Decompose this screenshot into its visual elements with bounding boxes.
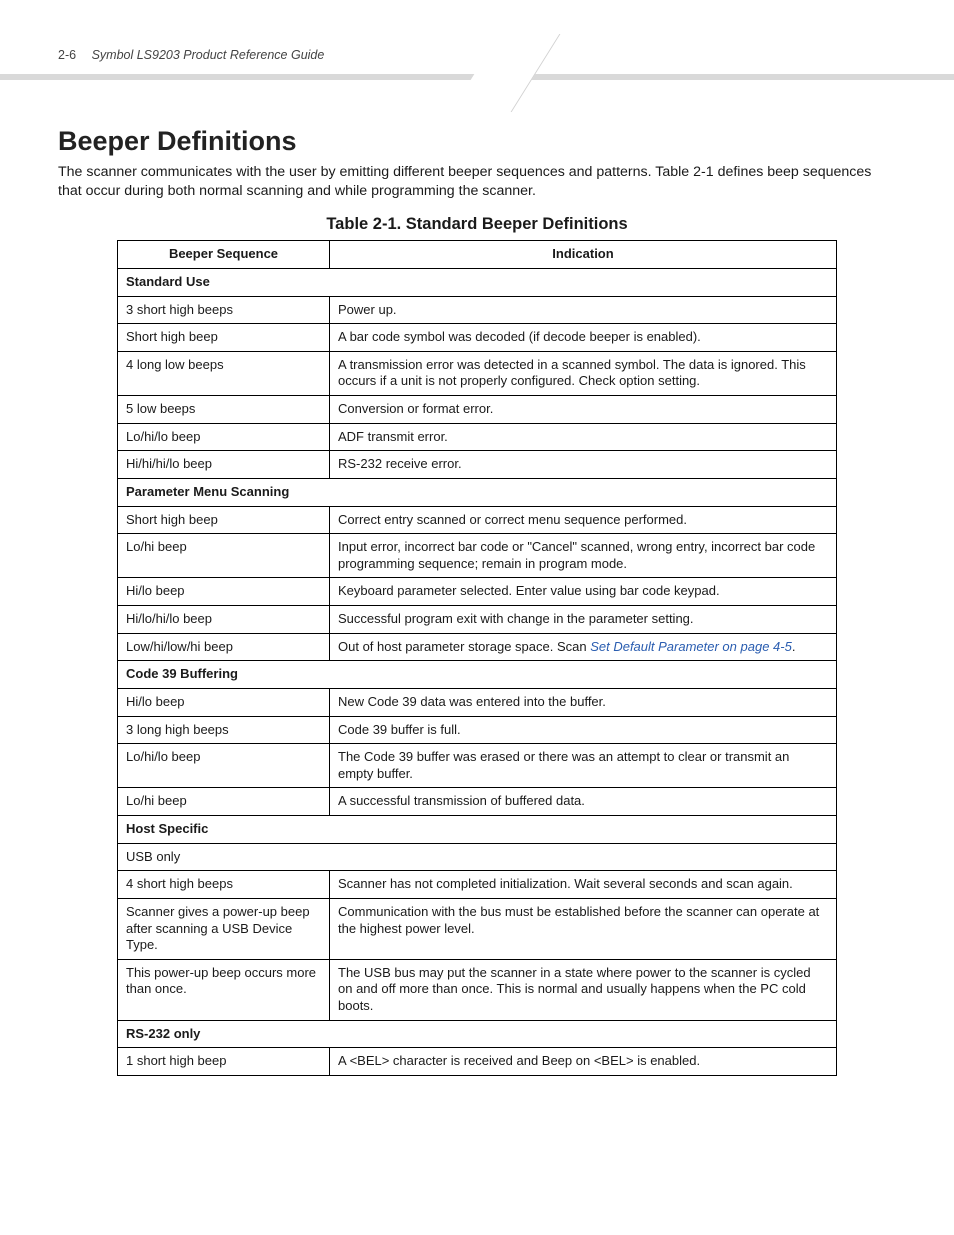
cross-reference-link[interactable]: Set Default Parameter on page 4-5 <box>590 639 792 654</box>
table-section-row: Host Specific <box>118 816 837 844</box>
cell-sequence: 4 short high beeps <box>118 871 330 899</box>
cell-indication: A <BEL> character is received and Beep o… <box>330 1048 837 1076</box>
table-row: 1 short high beepA <BEL> character is re… <box>118 1048 837 1076</box>
cell-sequence: 3 short high beeps <box>118 296 330 324</box>
cell-sequence: Lo/hi/lo beep <box>118 744 330 788</box>
cell-indication: The USB bus may put the scanner in a sta… <box>330 959 837 1020</box>
table-section-heading: Host Specific <box>118 816 837 844</box>
cell-sequence: Lo/hi beep <box>118 534 330 578</box>
table-row: Short high beepA bar code symbol was dec… <box>118 324 837 352</box>
cell-sequence: Hi/lo beep <box>118 688 330 716</box>
table-section-heading: Standard Use <box>118 268 837 296</box>
table-row: Hi/lo/hi/lo beepSuccessful program exit … <box>118 606 837 634</box>
cell-indication: A bar code symbol was decoded (if decode… <box>330 324 837 352</box>
cell-sequence: 5 low beeps <box>118 396 330 424</box>
cell-indication: Scanner has not completed initialization… <box>330 871 837 899</box>
table-row: 3 short high beepsPower up. <box>118 296 837 324</box>
table-section-row: Standard Use <box>118 268 837 296</box>
table-row: Hi/lo beepKeyboard parameter selected. E… <box>118 578 837 606</box>
col-header-sequence: Beeper Sequence <box>118 241 330 269</box>
table-row: Hi/hi/hi/lo beepRS-232 receive error. <box>118 451 837 479</box>
cell-indication: Correct entry scanned or correct menu se… <box>330 506 837 534</box>
cell-sequence: Short high beep <box>118 506 330 534</box>
cell-indication: Input error, incorrect bar code or "Canc… <box>330 534 837 578</box>
section-intro: The scanner communicates with the user b… <box>58 163 896 201</box>
table-row: Lo/hi beepInput error, incorrect bar cod… <box>118 534 837 578</box>
col-header-indication: Indication <box>330 241 837 269</box>
cell-sequence: Hi/hi/hi/lo beep <box>118 451 330 479</box>
table-header-row: Beeper Sequence Indication <box>118 241 837 269</box>
cell-indication: Communication with the bus must be estab… <box>330 898 837 959</box>
cell-indication: RS-232 receive error. <box>330 451 837 479</box>
table-row: Scanner gives a power-up beep after scan… <box>118 898 837 959</box>
cell-indication: The Code 39 buffer was erased or there w… <box>330 744 837 788</box>
table-section-row: Parameter Menu Scanning <box>118 478 837 506</box>
table-section-row: RS-232 only <box>118 1020 837 1048</box>
table-row: USB only <box>118 843 837 871</box>
cell-indication: A successful transmission of buffered da… <box>330 788 837 816</box>
table-section-heading: RS-232 only <box>118 1020 837 1048</box>
table-row: Short high beepCorrect entry scanned or … <box>118 506 837 534</box>
cell-indication: ADF transmit error. <box>330 423 837 451</box>
cell-indication: Keyboard parameter selected. Enter value… <box>330 578 837 606</box>
table-row: Low/hi/low/hi beep Out of host parameter … <box>118 633 837 661</box>
body-content: Beeper Definitions The scanner communica… <box>58 126 896 1076</box>
section-title: Beeper Definitions <box>58 126 896 157</box>
cell-indication: New Code 39 data was entered into the bu… <box>330 688 837 716</box>
cell-indication: Code 39 buffer is full. <box>330 716 837 744</box>
indication-text: . <box>792 639 796 654</box>
table-row: 4 short high beepsScanner has not comple… <box>118 871 837 899</box>
table-row: Lo/hi/lo beepADF transmit error. <box>118 423 837 451</box>
header-rule-graphic <box>58 44 896 82</box>
table-section-heading: Code 39 Buffering <box>118 661 837 689</box>
table-caption: Table 2-1. Standard Beeper Definitions <box>58 215 896 234</box>
cell-indication: Successful program exit with change in t… <box>330 606 837 634</box>
table-row: Lo/hi beepA successful transmission of b… <box>118 788 837 816</box>
cell-indication: Conversion or format error. <box>330 396 837 424</box>
table-row: Lo/hi/lo beepThe Code 39 buffer was eras… <box>118 744 837 788</box>
table-row: 4 long low beepsA transmission error was… <box>118 351 837 395</box>
cell-sequence: 1 short high beep <box>118 1048 330 1076</box>
beeper-definitions-table: Beeper Sequence Indication Standard Use3… <box>117 240 837 1076</box>
table-row: 3 long high beepsCode 39 buffer is full. <box>118 716 837 744</box>
cell-sequence: Scanner gives a power-up beep after scan… <box>118 898 330 959</box>
page: 2-6 Symbol LS9203 Product Reference Guid… <box>0 0 954 1235</box>
cell-sequence: Lo/hi/lo beep <box>118 423 330 451</box>
table-row: This power-up beep occurs more than once… <box>118 959 837 1020</box>
cell-sequence: Short high beep <box>118 324 330 352</box>
cell-sequence: Hi/lo/hi/lo beep <box>118 606 330 634</box>
table-row: Hi/lo beepNew Code 39 data was entered i… <box>118 688 837 716</box>
cell-sequence: USB only <box>118 843 837 871</box>
cell-indication: A transmission error was detected in a s… <box>330 351 837 395</box>
cell-indication: Power up. <box>330 296 837 324</box>
cell-sequence: Lo/hi beep <box>118 788 330 816</box>
cell-sequence: Low/hi/low/hi beep <box>118 633 330 661</box>
table-section-row: Code 39 Buffering <box>118 661 837 689</box>
cell-indication: Out of host parameter storage space. Sca… <box>330 633 837 661</box>
table-row: 5 low beepsConversion or format error. <box>118 396 837 424</box>
indication-text: Out of host parameter storage space. Sca… <box>338 639 590 654</box>
cell-sequence: 3 long high beeps <box>118 716 330 744</box>
cell-sequence: This power-up beep occurs more than once… <box>118 959 330 1020</box>
table-section-heading: Parameter Menu Scanning <box>118 478 837 506</box>
cell-sequence: 4 long low beeps <box>118 351 330 395</box>
cell-sequence: Hi/lo beep <box>118 578 330 606</box>
